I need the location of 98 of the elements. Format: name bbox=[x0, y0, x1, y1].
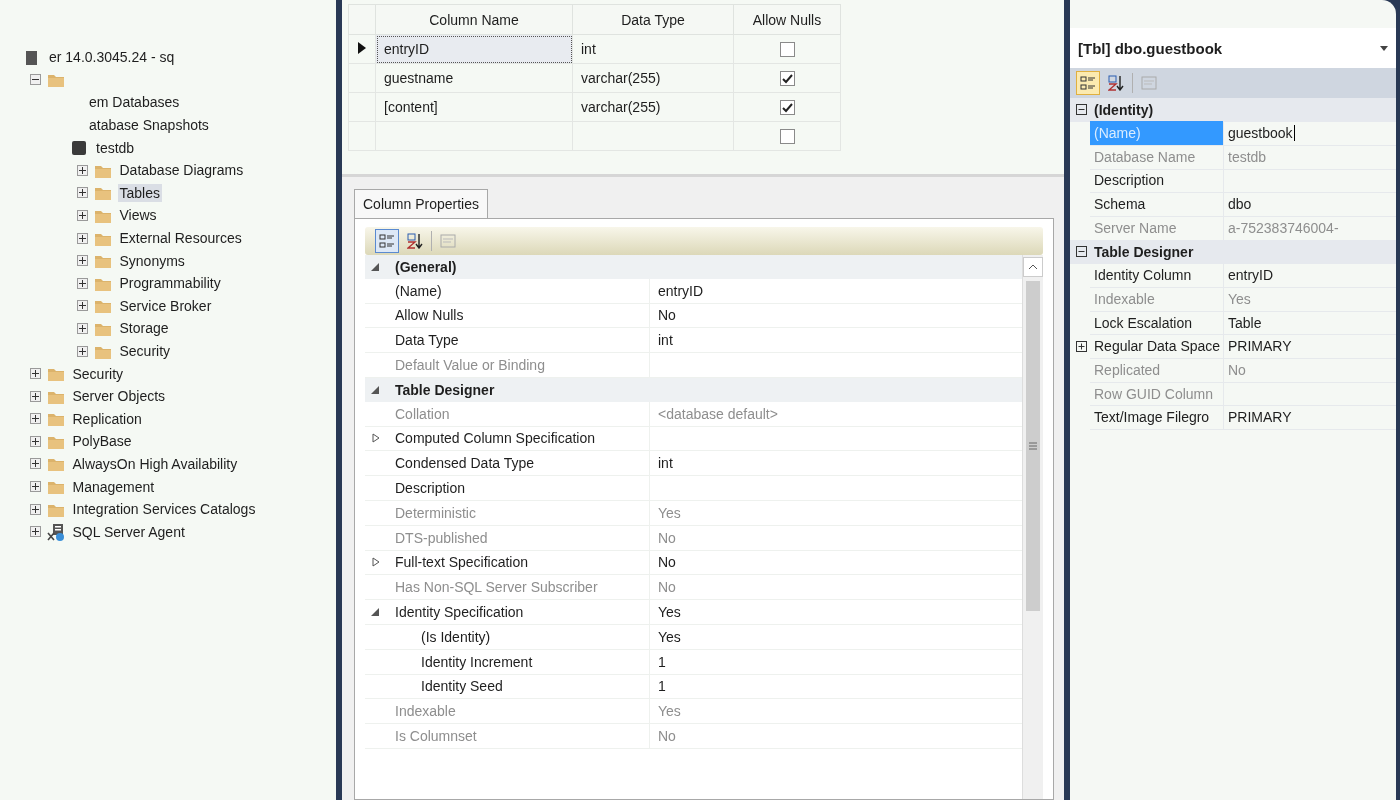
expand-icon[interactable] bbox=[76, 255, 88, 267]
tree-item[interactable]: Security bbox=[70, 364, 126, 383]
tree-item[interactable]: Programmability bbox=[117, 274, 223, 293]
table-cell[interactable]: entryID bbox=[375, 34, 573, 64]
checkbox[interactable] bbox=[779, 42, 795, 58]
property-value[interactable]: dbo bbox=[1223, 192, 1396, 217]
expand-icon[interactable] bbox=[76, 164, 88, 176]
tree-item[interactable]: Views bbox=[117, 206, 159, 225]
grip-icon bbox=[1029, 442, 1037, 450]
tree-item[interactable]: Synonyms bbox=[117, 251, 187, 270]
tree-item[interactable]: AlwaysOn High Availability bbox=[70, 455, 240, 473]
property-name[interactable]: Lock Escalation bbox=[1090, 310, 1223, 336]
tree-item[interactable]: er 14.0.3045.24 - sq bbox=[47, 48, 177, 67]
property-name[interactable]: Identity Specification bbox=[387, 600, 649, 624]
property-name[interactable]: Computed Column Specification bbox=[387, 426, 649, 451]
tree-item[interactable]: External Resources bbox=[117, 229, 244, 248]
chevron-up-icon[interactable] bbox=[1028, 264, 1038, 270]
expand-icon[interactable] bbox=[29, 390, 41, 402]
column-header[interactable]: Data Type bbox=[572, 4, 734, 35]
empty-value-cell[interactable] bbox=[1223, 168, 1396, 194]
collapse-icon[interactable] bbox=[1076, 104, 1087, 116]
property-name[interactable]: Schema bbox=[1090, 192, 1223, 217]
checkbox[interactable] bbox=[779, 100, 795, 116]
expand-icon[interactable] bbox=[371, 433, 381, 444]
expand-icon[interactable] bbox=[76, 187, 88, 199]
empty-value-cell[interactable] bbox=[1223, 381, 1396, 407]
table-cell[interactable]: int bbox=[572, 34, 734, 64]
expand-icon[interactable] bbox=[76, 277, 88, 289]
collapse-icon[interactable] bbox=[29, 74, 41, 86]
expand-icon[interactable] bbox=[76, 300, 88, 312]
expand-icon[interactable] bbox=[76, 232, 88, 244]
expand-icon[interactable] bbox=[29, 458, 41, 470]
sort-icon[interactable] bbox=[1108, 75, 1124, 91]
database-icon bbox=[70, 139, 88, 157]
property-value-field[interactable]: guestbook bbox=[1223, 121, 1396, 146]
dropdown-caret-icon[interactable] bbox=[1380, 45, 1388, 51]
categorized-icon[interactable] bbox=[379, 233, 395, 249]
property-name[interactable]: Identity Seed bbox=[387, 674, 649, 699]
property-name[interactable]: Text/Image Filegro bbox=[1090, 405, 1223, 431]
expand-icon[interactable] bbox=[29, 368, 41, 380]
property-name[interactable]: Identity Increment bbox=[387, 649, 649, 674]
checkbox[interactable] bbox=[779, 71, 795, 87]
tree-item[interactable]: Management bbox=[70, 477, 157, 496]
expand-icon[interactable] bbox=[76, 322, 88, 334]
property-name[interactable]: Description bbox=[387, 476, 649, 500]
tree-item[interactable]: Server Objects bbox=[70, 387, 168, 406]
collapse-icon[interactable] bbox=[371, 607, 381, 618]
collapse-icon[interactable] bbox=[371, 384, 381, 395]
expand-icon[interactable] bbox=[29, 481, 41, 493]
categorized-icon[interactable] bbox=[1080, 75, 1096, 91]
tree-item[interactable]: Tables bbox=[117, 183, 162, 202]
property-value[interactable]: Table bbox=[1223, 310, 1396, 336]
property-name[interactable]: Condensed Data Type bbox=[387, 451, 649, 476]
agent-icon bbox=[46, 522, 65, 541]
property-name[interactable]: (Name) bbox=[387, 278, 649, 303]
table-cell[interactable]: varchar(255) bbox=[572, 92, 734, 122]
property-name[interactable]: Regular Data Space bbox=[1090, 334, 1223, 360]
property-name[interactable]: (Is Identity) bbox=[387, 624, 649, 649]
expand-icon[interactable] bbox=[29, 435, 41, 447]
collapse-icon[interactable] bbox=[1076, 246, 1087, 258]
tree-item[interactable]: Storage bbox=[117, 319, 171, 338]
tree-item[interactable]: em Databases bbox=[87, 93, 182, 112]
property-name[interactable]: Full-text Specification bbox=[387, 550, 649, 575]
column-header[interactable]: Column Name bbox=[375, 4, 573, 35]
expand-icon[interactable] bbox=[76, 209, 88, 221]
tree-item[interactable]: Integration Services Catalogs bbox=[70, 500, 258, 519]
table-cell[interactable]: varchar(255) bbox=[572, 63, 734, 93]
property-name[interactable]: Description bbox=[1090, 168, 1223, 194]
property-name[interactable]: Identity Column bbox=[1090, 263, 1223, 288]
tree-item[interactable]: Database Diagrams bbox=[117, 161, 246, 180]
object-dropdown[interactable]: [Tbl] dbo.guestbook bbox=[1070, 28, 1396, 68]
table-cell[interactable]: guestname bbox=[375, 63, 573, 93]
property-value[interactable]: entryID bbox=[1223, 263, 1396, 288]
sort-icon[interactable] bbox=[407, 233, 423, 249]
expand-icon[interactable] bbox=[29, 526, 41, 538]
tree-item[interactable]: Security bbox=[117, 342, 173, 360]
expand-icon[interactable] bbox=[76, 345, 88, 357]
expand-icon[interactable] bbox=[29, 503, 41, 515]
table-cell[interactable]: [content] bbox=[375, 92, 573, 122]
property-value[interactable]: PRIMARY bbox=[1223, 405, 1396, 431]
collapse-icon[interactable] bbox=[371, 261, 381, 272]
expand-icon[interactable] bbox=[29, 413, 41, 425]
tree-item[interactable]: Service Broker bbox=[117, 296, 214, 315]
tab[interactable]: Column Properties bbox=[354, 189, 488, 218]
property-value[interactable]: PRIMARY bbox=[1223, 334, 1396, 360]
checkbox[interactable] bbox=[779, 129, 795, 145]
property-name[interactable]: Data Type bbox=[387, 328, 649, 353]
tree-item[interactable]: testdb bbox=[94, 138, 137, 157]
tree-item[interactable]: atabase Snapshots bbox=[87, 116, 211, 135]
column-header[interactable]: Allow Nulls bbox=[733, 4, 841, 35]
tree-item[interactable]: Replication bbox=[70, 409, 144, 428]
tree-item[interactable]: SQL Server Agent bbox=[70, 522, 187, 541]
scrollbar[interactable] bbox=[1022, 255, 1043, 799]
property-name[interactable]: Allow Nulls bbox=[387, 303, 649, 328]
object-name: [Tbl] dbo.guestbook bbox=[1078, 39, 1223, 57]
expand-icon[interactable] bbox=[371, 557, 381, 568]
tree-item[interactable]: PolyBase bbox=[70, 432, 134, 451]
expand-icon[interactable] bbox=[1076, 341, 1087, 353]
